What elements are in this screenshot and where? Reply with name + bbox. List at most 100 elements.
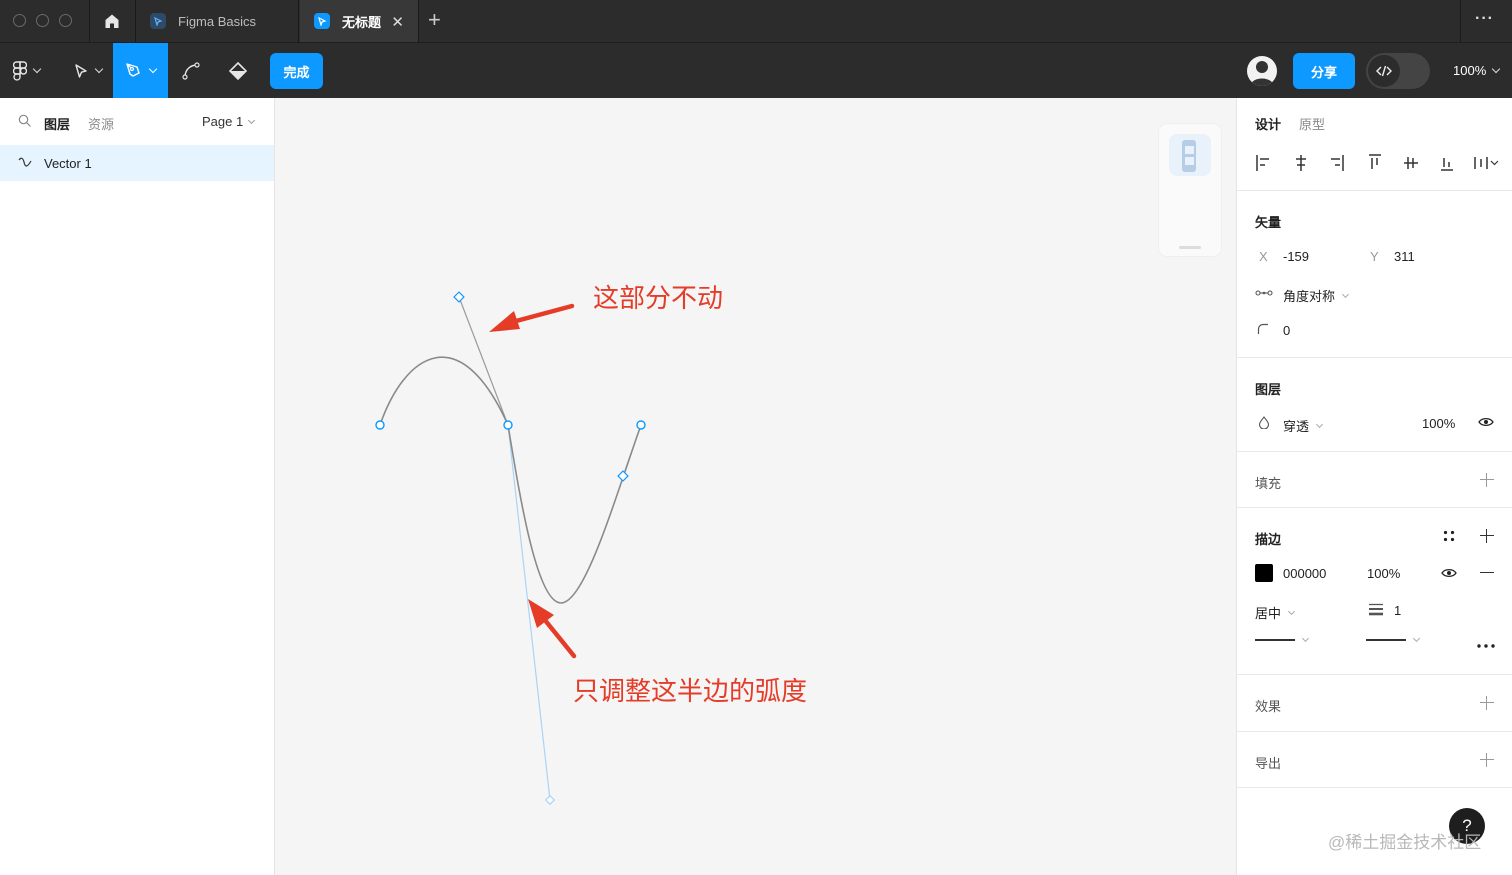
toolbar: 完成 分享 100% [0,42,1512,98]
remove-stroke-icon[interactable] [1480,572,1494,574]
anchor-point-selected[interactable] [503,420,513,430]
paint-bucket-button[interactable] [216,43,260,98]
stroke-weight-input[interactable]: 1 [1394,603,1401,618]
annotation-text-bottom: 只调整这半边的弧度 [573,677,807,707]
tab-layers[interactable]: 图层 [44,114,70,133]
add-fill-icon[interactable] [1480,473,1494,487]
minimap[interactable] [1159,124,1221,256]
stroke-end-cap-dropdown[interactable] [1366,634,1421,643]
style-grid-icon[interactable] [1443,530,1455,542]
align-right-icon [1331,155,1344,171]
properties-panel: 设计 原型 矢量 X -159 Y 311 角度对称 0 图层 穿透 100% … [1236,98,1512,875]
share-button[interactable]: 分享 [1293,53,1355,89]
chevron-down-icon [248,116,256,124]
code-icon [1368,55,1400,87]
chevron-down-icon [1492,64,1501,74]
vector-path[interactable] [379,356,642,604]
home-icon [105,14,119,28]
blend-mode-icon [1258,416,1270,429]
tab-prototype[interactable]: 原型 [1299,114,1325,133]
anchor-point[interactable] [375,420,385,430]
eye-icon[interactable] [1478,417,1494,427]
x-input[interactable]: -159 [1283,249,1309,264]
chevron-down-icon [1287,607,1296,615]
corner-radius-input[interactable]: 0 [1283,323,1290,338]
chevron-down-icon [32,64,41,74]
vector-icon [18,157,32,167]
distribute-icon [1474,157,1488,169]
align-vertical-center-icon [1404,157,1418,169]
stroke-color-swatch[interactable] [1255,564,1273,582]
eye-icon[interactable] [1441,568,1457,578]
figma-logo-icon [12,60,27,81]
tab-assets[interactable]: 资源 [88,114,114,133]
mirroring-dropdown[interactable]: 角度对称 [1283,286,1350,305]
pen-tool-button[interactable] [113,43,168,98]
chevron-down-icon [1315,420,1324,428]
stroke-opacity-input[interactable]: 100% [1367,566,1400,581]
canvas[interactable]: 这部分不动 只调整这半边的弧度 [275,98,1236,875]
chevron-down-icon [148,64,158,74]
window-zoom-button[interactable] [59,14,72,27]
file-icon [150,13,166,29]
home-button[interactable] [90,0,134,42]
fill-section-title: 填充 [1255,476,1282,491]
more-options-icon[interactable] [1477,644,1495,648]
close-tab-icon[interactable]: ✕ [391,13,404,31]
handle-point[interactable] [544,794,556,806]
chevron-down-icon [1301,634,1310,643]
divider [298,0,299,42]
window-minimize-button[interactable] [36,14,49,27]
divider [418,0,419,42]
search-icon[interactable] [18,114,32,128]
canvas-drawing: 这部分不动 只调整这半边的弧度 [375,284,807,806]
mirroring-icon [1255,290,1273,296]
annotation-text-top: 这部分不动 [593,284,723,314]
add-effect-icon[interactable] [1480,696,1494,710]
move-tool-button[interactable] [62,43,112,98]
window-close-button[interactable] [13,14,26,27]
tab-design[interactable]: 设计 [1255,114,1281,133]
pen-icon [126,62,140,77]
tab-label: Figma Basics [178,13,257,29]
blend-mode-dropdown[interactable]: 穿透 [1283,416,1324,435]
handle-point[interactable] [617,470,629,482]
main-menu-button[interactable] [0,43,52,98]
line-icon [1366,639,1406,641]
stroke-color-input[interactable]: 000000 [1283,566,1326,581]
bend-tool-button[interactable] [168,43,214,98]
more-icon[interactable]: ··· [1475,10,1494,28]
layer-row-vector-1[interactable]: Vector 1 [0,145,274,181]
done-button[interactable]: 完成 [270,53,323,89]
tab-figma-basics[interactable]: Figma Basics [136,0,298,42]
stroke-weight-icon [1369,603,1383,616]
layer-opacity-input[interactable]: 100% [1422,416,1455,431]
dev-mode-toggle[interactable] [1366,53,1430,89]
blend-mode-label: 穿透 [1283,419,1310,434]
avatar[interactable] [1247,56,1277,86]
stroke-section-title: 描边 [1255,532,1282,547]
chevron-down-icon [1341,290,1350,298]
chevron-down-icon [94,64,103,74]
annotation-arrow-top [489,303,575,332]
watermark: @稀土掘金技术社区 [1328,833,1482,852]
stroke-start-cap-dropdown[interactable] [1255,634,1310,643]
y-input[interactable]: 311 [1394,249,1415,264]
effects-section-title: 效果 [1255,699,1282,714]
tab-untitled[interactable]: 无标题 ✕ [300,0,418,42]
anchor-point[interactable] [636,420,646,430]
zoom-dropdown[interactable]: 100% [1453,63,1501,78]
align-left-icon [1256,155,1269,171]
page-label: Page 1 [202,114,244,129]
mirroring-label: 角度对称 [1283,289,1336,304]
new-tab-button[interactable]: + [428,8,441,32]
file-icon [314,13,330,29]
stroke-position-dropdown[interactable]: 居中 [1255,603,1296,622]
add-stroke-icon[interactable] [1480,529,1494,543]
zoom-label: 100% [1453,63,1487,78]
stroke-position-label: 居中 [1255,606,1282,621]
handle-point[interactable] [453,291,465,303]
tab-bar: Figma Basics 无标题 ✕ + ··· [0,0,1512,42]
add-export-icon[interactable] [1480,753,1494,767]
page-selector[interactable]: Page 1 [202,114,256,129]
